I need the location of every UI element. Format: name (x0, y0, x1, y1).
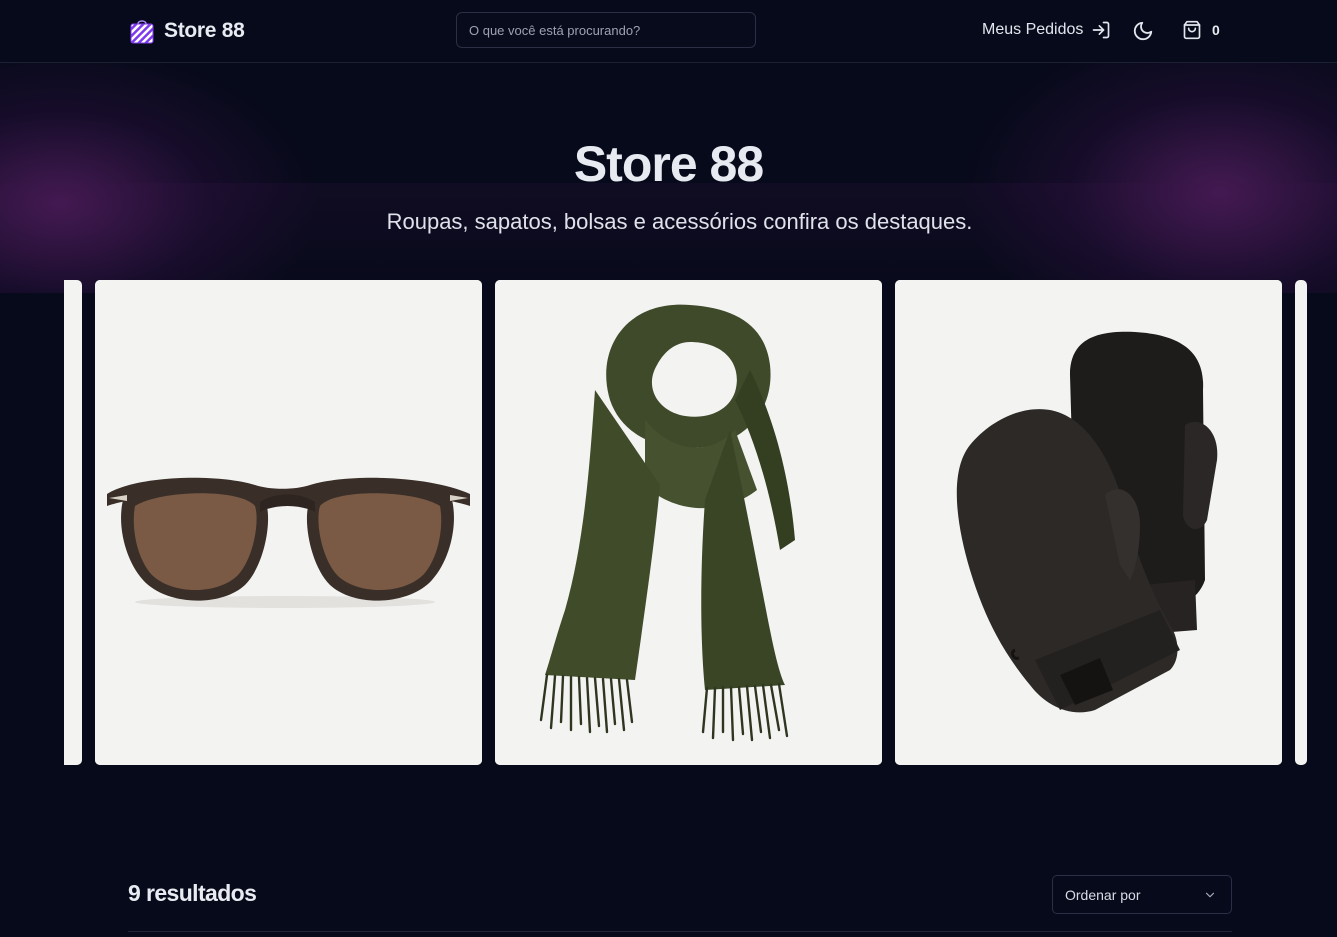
black-mittens-product-image (895, 280, 1282, 765)
chevron-down-icon (1205, 892, 1215, 897)
moon-icon (1133, 21, 1153, 41)
brand-link[interactable]: Store 88 (130, 16, 245, 46)
top-nav: Store 88 Meus Pedidos 0 (0, 0, 1337, 63)
shopping-bag-icon (1183, 20, 1201, 40)
hero-subtitle: Roupas, sapatos, bolsas e acessórios con… (386, 209, 973, 234)
shopping-bag-striped-icon (130, 20, 154, 44)
featured-carousel[interactable] (0, 280, 1337, 766)
results-count: 9 resultados (128, 880, 257, 906)
hero-section: Store 88 Roupas, sapatos, bolsas e acess… (0, 63, 1337, 293)
carousel-slide-partial-right[interactable] (1295, 280, 1307, 765)
carousel-slide-scarf[interactable] (495, 280, 882, 765)
cart-button[interactable]: 0 (1182, 18, 1220, 42)
sort-select-label: Ordenar por (1065, 886, 1141, 903)
green-scarf-product-image (495, 280, 882, 765)
carousel-slide-mittens[interactable] (895, 280, 1282, 765)
my-orders-label: Meus Pedidos (982, 21, 1084, 38)
carousel-slide-partial-left[interactable] (64, 280, 82, 765)
sort-select[interactable]: Ordenar por (1052, 875, 1232, 914)
theme-toggle-button[interactable] (1130, 18, 1156, 44)
search-input[interactable] (456, 12, 756, 48)
brand-name: Store 88 (164, 19, 245, 42)
hero-glow-band (0, 183, 1337, 293)
cart-count-badge: 0 (1212, 22, 1220, 38)
results-divider (128, 931, 1232, 932)
sign-in-arrow-icon (1093, 21, 1110, 39)
hero-title: Store 88 (573, 136, 764, 192)
sunglasses-product-image (95, 280, 482, 765)
carousel-slide-sunglasses[interactable] (95, 280, 482, 765)
my-orders-link[interactable]: Meus Pedidos (982, 18, 1111, 42)
